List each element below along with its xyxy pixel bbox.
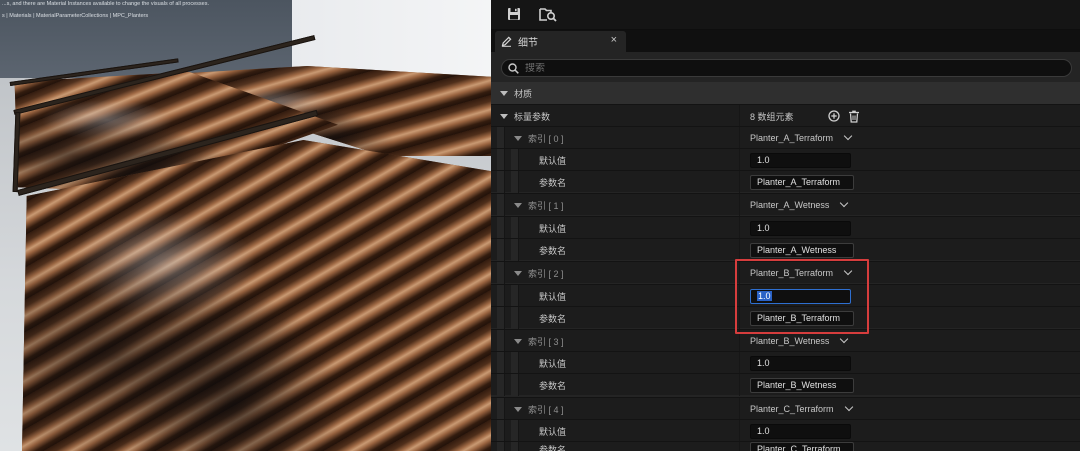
add-element-button[interactable] [827,110,840,122]
parameter-name-row: 参数名 Planter_B_Terraform [491,306,1080,329]
parameter-name-input[interactable]: Planter_B_Terraform [750,310,854,326]
default-value-input[interactable]: 1.0 [750,152,851,168]
collapse-arrow-icon[interactable] [514,270,522,276]
parameter-name-input[interactable]: Planter_A_Terraform [750,174,854,190]
details-content: 材质 标量参数 8 数组元素 [491,52,1080,451]
parameter-name-row: 参数名 Planter_A_Wetness [491,238,1080,261]
chevron-down-icon[interactable] [843,266,853,276]
array-index-label: 索引 [ 0 ] [528,133,564,144]
element-name-value: Planter_A_Wetness [750,200,830,210]
parameter-name-label: 参数名 [539,313,567,324]
pencil-icon [501,36,512,47]
parameter-name-label: 参数名 [539,245,567,256]
collapse-arrow-icon[interactable] [514,202,522,208]
default-value-row: 默认值 1.0 [491,351,1080,374]
parameter-name-input[interactable]: Planter_C_Terraform [750,442,854,451]
collapse-arrow-icon[interactable] [514,406,522,412]
add-circle-icon [827,110,840,122]
default-value-input[interactable]: 1.0 [750,220,851,236]
collapse-arrow-icon[interactable] [514,135,522,141]
viewport-side-wall [292,0,491,78]
array-index-label: 索引 [ 3 ] [528,336,564,347]
default-value-label: 默认值 [539,223,567,234]
chevron-down-icon[interactable] [844,402,853,412]
default-value-row: 默认值 1.0 [491,148,1080,171]
details-panel: 细节 × 材质 标量参数 8 数组元素 [491,0,1080,451]
search-icon [508,62,519,74]
wall-description-text: ...s, and there are Material Instances a… [2,1,209,7]
collapse-arrow-icon[interactable] [514,338,522,344]
default-value-label: 默认值 [539,155,567,166]
default-value-input[interactable]: 1.0 [750,288,851,304]
browse-to-asset-button[interactable] [537,3,559,25]
panel-tab-bar: 细节 × [491,30,1080,52]
planter-bed-front [22,140,491,451]
array-element-row[interactable]: 索引 [ 1 ] Planter_A_Wetness [491,193,1080,216]
default-value-input[interactable]: 1.0 [750,355,851,371]
wall-breadcrumb-text: s | Materials | MaterialParameterCollect… [2,13,149,19]
array-element-row[interactable]: 索引 [ 0 ] Planter_A_Terraform [491,126,1080,149]
array-index-label: 索引 [ 1 ] [528,200,564,211]
element-name-value: Planter_B_Terraform [750,268,834,278]
parameter-name-input[interactable]: Planter_B_Wetness [750,377,854,393]
parameter-name-row: 参数名 Planter_C_Terraform [491,441,1080,451]
parameter-name-label: 参数名 [539,177,567,188]
scalar-parameters-label: 标量参数 [514,111,551,122]
scalar-parameters-row[interactable]: 标量参数 8 数组元素 [491,104,1080,127]
level-viewport[interactable]: ...s, and there are Material Instances a… [0,0,491,451]
browse-folder-icon [539,8,557,22]
element-name-value: Planter_B_Wetness [750,336,830,346]
selected-value-text: 1.0 [757,291,772,301]
default-value-row: 默认值 1.0 [491,216,1080,239]
array-count: 8 数组元素 [750,111,794,122]
array-element-row[interactable]: 索引 [ 3 ] Planter_B_Wetness [491,329,1080,352]
element-name-value: Planter_C_Terraform [750,404,834,414]
collapse-arrow-icon[interactable] [500,90,508,96]
array-element-row[interactable]: 索引 [ 2 ] Planter_B_Terraform [491,261,1080,284]
save-button[interactable] [503,3,525,25]
array-index-label: 索引 [ 2 ] [528,268,564,279]
tab-details-label: 细节 [518,38,538,49]
category-material-label: 材质 [514,88,533,99]
save-icon [508,8,520,20]
parameter-name-label: 参数名 [539,444,567,451]
default-value-row: 默认值 1.0 [491,419,1080,442]
default-value-label: 默认值 [539,291,567,302]
parameter-name-row: 参数名 Planter_B_Wetness [491,373,1080,396]
asset-toolbar [491,0,1080,30]
element-name-value: Planter_A_Terraform [750,133,834,143]
parameter-name-input[interactable]: Planter_A_Wetness [750,242,854,258]
parameter-name-row: 参数名 Planter_A_Terraform [491,170,1080,193]
default-value-label: 默认值 [539,426,567,437]
chevron-down-icon[interactable] [840,198,849,208]
category-material[interactable]: 材质 [491,82,1080,104]
chevron-down-icon[interactable] [843,131,853,141]
collapse-arrow-icon[interactable] [500,113,508,119]
default-value-label: 默认值 [539,358,567,369]
default-value-input[interactable]: 1.0 [750,423,851,439]
array-index-label: 索引 [ 4 ] [528,404,564,415]
search-input[interactable] [525,62,1025,74]
parameter-name-label: 参数名 [539,380,567,391]
array-element-row[interactable]: 索引 [ 4 ] Planter_C_Terraform [491,397,1080,420]
search-box[interactable] [501,59,1072,77]
tab-details[interactable]: 细节 × [495,31,626,52]
trash-icon [848,110,859,123]
close-tab-icon[interactable]: × [611,34,617,46]
chevron-down-icon[interactable] [840,334,849,344]
default-value-row: 默认值 1.0 [491,284,1080,307]
clear-elements-button[interactable] [848,110,860,123]
